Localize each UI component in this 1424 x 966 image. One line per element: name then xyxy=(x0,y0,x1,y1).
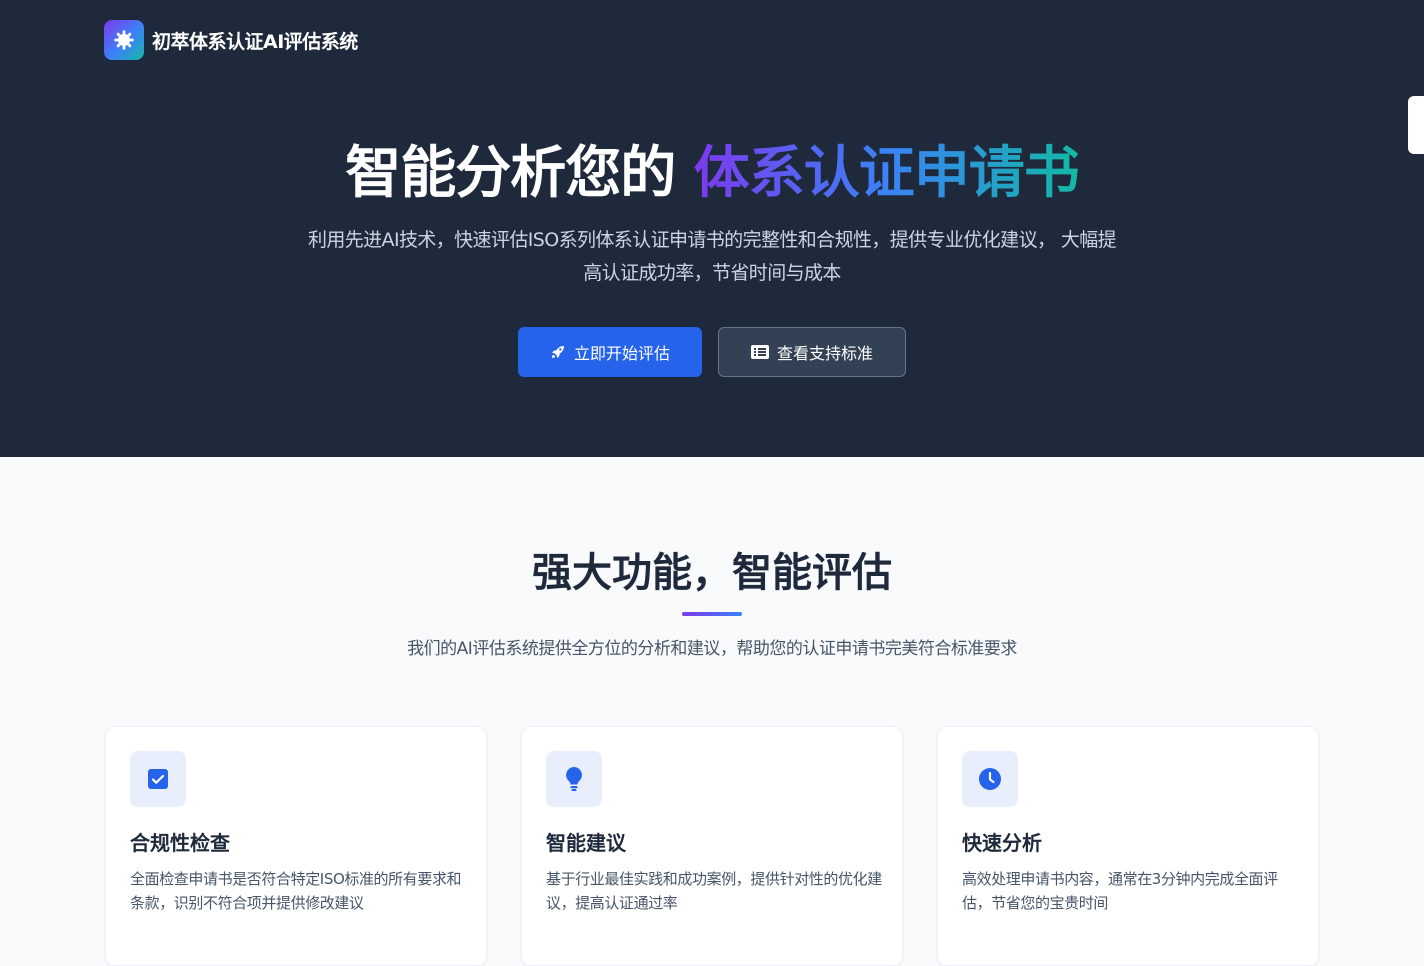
features-title: 强大功能，智能评估 xyxy=(532,550,892,596)
lightbulb-icon xyxy=(546,751,602,807)
brand[interactable]: 初萃体系认证AI评估系统 xyxy=(104,20,358,60)
start-assessment-label: 立即开始评估 xyxy=(573,344,670,363)
gear-icon xyxy=(104,20,144,60)
feature-card-compliance: 合规性检查 全面检查申请书是否符合特定ISO标准的所有要求和条款，识别不符合项并… xyxy=(105,726,487,966)
checkbox-icon xyxy=(130,751,186,807)
rocket-icon xyxy=(551,346,564,358)
clock-icon xyxy=(962,751,1018,807)
feature-card-desc: 高效处理申请书内容，通常在3分钟内完成全面评估，节省您的宝贵时间 xyxy=(962,870,1278,912)
features-title-underline xyxy=(682,612,742,616)
feature-card-suggestions: 智能建议 基于行业最佳实践和成功案例，提供针对性的优化建议，提高认证通过率 xyxy=(521,726,903,966)
feature-card-title: 合规性检查 xyxy=(130,831,230,855)
feature-card-fast-analysis: 快速分析 高效处理申请书内容，通常在3分钟内完成全面评估，节省您的宝贵时间 xyxy=(937,726,1319,966)
view-standards-label: 查看支持标准 xyxy=(776,344,873,363)
feature-card-title: 快速分析 xyxy=(962,831,1042,855)
hero-title-highlight: 体系认证申请书 xyxy=(693,141,1080,206)
brand-title: 初萃体系认证AI评估系统 xyxy=(152,30,358,53)
features-subtitle: 我们的AI评估系统提供全方位的分析和建议，帮助您的认证申请书完美符合标准要求 xyxy=(407,639,1017,659)
hero-title: 智能分析您的 体系认证申请书 xyxy=(0,128,1424,209)
view-standards-button[interactable]: 查看支持标准 xyxy=(718,327,906,377)
feature-card-title: 智能建议 xyxy=(546,831,626,855)
hero-description-line1: 利用先进AI技术，快速评估ISO系列体系认证申请书的完整性和合规性，提供专业优化… xyxy=(307,229,1117,251)
feature-card-desc: 基于行业最佳实践和成功案例，提供针对性的优化建议，提高认证通过率 xyxy=(546,870,882,912)
hero-title-plain: 智能分析您的 xyxy=(345,141,694,206)
hero-section: 初萃体系认证AI评估系统 智能分析您的 体系认证申请书 利用先进AI技术，快速评… xyxy=(0,0,1424,457)
hero-description: 利用先进AI技术，快速评估ISO系列体系认证申请书的完整性和合规性，提供专业优化… xyxy=(262,224,1162,290)
hero-description-line2: 高认证成功率，节省时间与成本 xyxy=(583,262,841,284)
feature-card-desc: 全面检查申请书是否符合特定ISO标准的所有要求和条款，识别不符合项并提供修改建议 xyxy=(130,870,462,912)
start-assessment-button[interactable]: 立即开始评估 xyxy=(518,327,702,377)
list-icon xyxy=(750,345,769,359)
